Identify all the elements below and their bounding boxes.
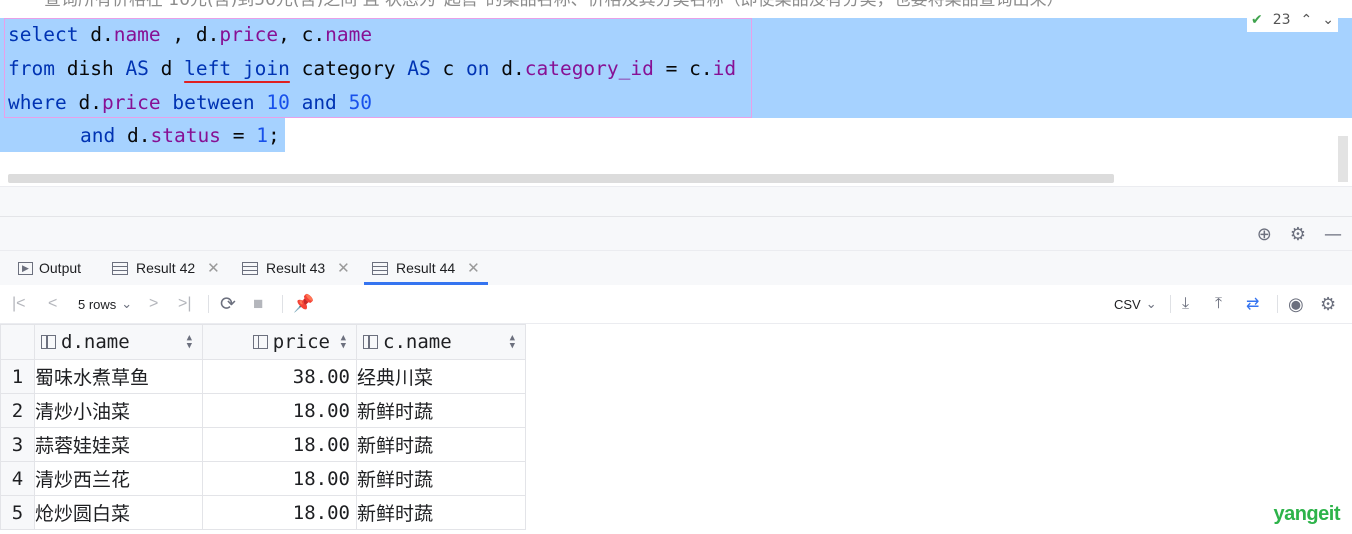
- inspection-count: 23: [1272, 12, 1291, 28]
- sort-icon[interactable]: ▲ ▼: [510, 334, 515, 351]
- eye-icon[interactable]: ◉: [1288, 285, 1304, 323]
- compare-icon[interactable]: ⇄: [1246, 285, 1259, 323]
- export-format: CSV: [1114, 296, 1141, 312]
- tab-label: Result 44: [396, 260, 456, 276]
- cell-dish-name[interactable]: 蜀味水煮草鱼: [34, 359, 203, 394]
- cell-dish-name[interactable]: 清炒小油菜: [34, 393, 203, 428]
- row-number: 1: [0, 359, 35, 394]
- gear-icon[interactable]: ⚙: [1290, 224, 1306, 245]
- code-line-1: select d.name , d.price, c.name: [8, 23, 373, 46]
- rows-count: 5 rows: [78, 296, 117, 312]
- left-join-warning: left join: [184, 57, 290, 80]
- table-icon: [372, 261, 388, 275]
- cell-price[interactable]: 18.00: [202, 495, 357, 530]
- chevron-down-icon[interactable]: ⌄: [1322, 12, 1334, 28]
- previous-page-icon[interactable]: <: [48, 285, 57, 323]
- column-icon: [363, 335, 378, 349]
- output-icon: ▶: [18, 261, 33, 275]
- column-header-price[interactable]: price ▲ ▼: [202, 324, 357, 360]
- code-line-3: where d.price between 10 and 50: [8, 91, 373, 114]
- settings-icon[interactable]: ⚙: [1320, 285, 1336, 323]
- row-number-header: [0, 324, 35, 360]
- table-row[interactable]: 1 蜀味水煮草鱼 38.00 经典川菜: [0, 359, 526, 394]
- rows-count-dropdown[interactable]: 5 rows ⌄: [78, 285, 132, 323]
- column-label: d.name: [61, 331, 130, 353]
- tab-output[interactable]: ▶ Output: [18, 251, 81, 285]
- close-icon[interactable]: ✕: [207, 259, 220, 277]
- cell-category-name[interactable]: 新鲜时蔬: [356, 461, 526, 496]
- table-row[interactable]: 4 清炒西兰花 18.00 新鲜时蔬: [0, 461, 526, 496]
- pin-icon[interactable]: 📌: [293, 285, 314, 323]
- column-label: c.name: [383, 331, 452, 353]
- comment-line: 查询所有价格在 10元(含)到50元(含)之间 且 状态为"起售"的菜品名称、价…: [44, 0, 1064, 10]
- cell-price[interactable]: 18.00: [202, 461, 357, 496]
- code-line-4: and d.status = 1;: [80, 124, 280, 147]
- toolbar-separator: [282, 295, 283, 313]
- cell-category-name[interactable]: 新鲜时蔬: [356, 427, 526, 462]
- toolbar-separator: [1170, 295, 1171, 313]
- tab-result-44[interactable]: Result 44 ✕: [364, 251, 488, 285]
- cell-category-name[interactable]: 新鲜时蔬: [356, 495, 526, 530]
- column-label: price: [272, 331, 330, 353]
- column-icon: [41, 335, 56, 349]
- column-icon: [252, 335, 268, 349]
- horizontal-scrollbar[interactable]: [8, 174, 1114, 183]
- vertical-scrollbar[interactable]: [1338, 136, 1348, 182]
- table-icon: [242, 261, 258, 275]
- watermark-logo: yangeit: [1273, 503, 1340, 525]
- result-grid: d.name ▲ ▼ price ▲ ▼ c.name ▲ ▼ 1 蜀味水煮草鱼 38…: [0, 324, 526, 530]
- row-number: 3: [0, 427, 35, 462]
- column-header-c-name[interactable]: c.name ▲ ▼: [356, 324, 526, 360]
- tab-label: Result 43: [266, 260, 326, 276]
- chevron-down-icon: ⌄: [1145, 296, 1157, 311]
- result-tabs: ▶ Output Result 42 ✕ Result 43 ✕ Result …: [0, 250, 1352, 286]
- last-page-icon[interactable]: >|: [178, 285, 192, 323]
- row-number: 5: [0, 495, 35, 530]
- cell-price[interactable]: 18.00: [202, 393, 357, 428]
- export-format-dropdown[interactable]: CSV ⌄: [1114, 285, 1157, 323]
- crosshair-icon[interactable]: ⊕: [1257, 224, 1272, 245]
- cell-price[interactable]: 18.00: [202, 427, 357, 462]
- table-row[interactable]: 3 蒜蓉娃娃菜 18.00 新鲜时蔬: [0, 427, 526, 462]
- cell-dish-name[interactable]: 清炒西兰花: [34, 461, 203, 496]
- table-row[interactable]: 2 清炒小油菜 18.00 新鲜时蔬: [0, 393, 526, 428]
- toolbar-separator: [1277, 295, 1278, 313]
- sql-keyword: select: [8, 23, 79, 46]
- sort-icon[interactable]: ▲ ▼: [187, 334, 192, 351]
- code-line-2: from dish AS d left join category AS c o…: [8, 57, 737, 80]
- stop-icon[interactable]: ■: [253, 285, 263, 323]
- toolbar-separator: [208, 295, 209, 313]
- download-icon[interactable]: ⤓: [1182, 285, 1189, 323]
- tab-result-42[interactable]: Result 42 ✕: [112, 251, 220, 285]
- row-number: 4: [0, 461, 35, 496]
- tab-result-43[interactable]: Result 43 ✕: [242, 251, 350, 285]
- row-number: 2: [0, 393, 35, 428]
- close-icon[interactable]: ✕: [337, 259, 350, 277]
- refresh-icon[interactable]: ⟳: [220, 285, 236, 323]
- column-header-d-name[interactable]: d.name ▲ ▼: [34, 324, 203, 360]
- inspection-widget[interactable]: ✔ 23 ⌃ ⌄: [1246, 8, 1338, 32]
- chevron-down-icon: ⌄: [121, 296, 133, 311]
- sql-editor[interactable]: 查询所有价格在 10元(含)到50元(含)之间 且 状态为"起售"的菜品名称、价…: [0, 0, 1352, 186]
- minimize-icon[interactable]: —: [1324, 224, 1342, 245]
- close-icon[interactable]: ✕: [467, 259, 480, 277]
- tab-label: Output: [39, 260, 82, 276]
- next-page-icon[interactable]: >: [149, 285, 158, 323]
- result-toolbar: |< < 5 rows ⌄ > >| ⟳ ■ 📌 CSV ⌄ ⤓ ⤒ ⇄ ◉ ⚙: [0, 285, 1352, 324]
- chevron-up-icon[interactable]: ⌃: [1301, 12, 1313, 28]
- cell-category-name[interactable]: 新鲜时蔬: [356, 393, 526, 428]
- panel-divider[interactable]: [0, 186, 1352, 217]
- cell-price[interactable]: 38.00: [202, 359, 357, 394]
- checkmark-icon: ✔: [1250, 12, 1263, 28]
- services-panel-header: ⊕ ⚙ —: [0, 216, 1352, 251]
- cell-dish-name[interactable]: 炝炒圆白菜: [34, 495, 203, 530]
- upload-icon[interactable]: ⤒: [1215, 285, 1222, 323]
- first-page-icon[interactable]: |<: [12, 285, 26, 323]
- table-icon: [112, 261, 128, 275]
- tab-label: Result 42: [136, 260, 196, 276]
- cell-dish-name[interactable]: 蒜蓉娃娃菜: [34, 427, 203, 462]
- cell-category-name[interactable]: 经典川菜: [356, 359, 526, 394]
- sort-icon[interactable]: ▲ ▼: [341, 334, 346, 351]
- table-row[interactable]: 5 炝炒圆白菜 18.00 新鲜时蔬: [0, 495, 526, 530]
